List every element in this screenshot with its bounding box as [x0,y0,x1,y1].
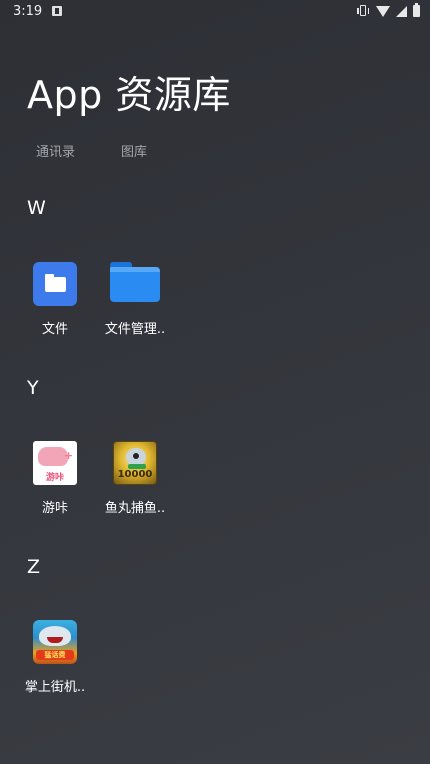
category-tabs: 通讯录 图库 [36,141,147,160]
vibrate-icon [356,4,370,18]
status-bar: 3:19 [0,0,430,24]
section-header-w: W [27,197,46,219]
tab-contacts[interactable]: 通讯录 [36,141,75,160]
notification-icon [52,6,62,16]
wifi-icon [376,5,390,17]
arcade-icon-text: 猛话费 [44,651,66,659]
app-label: 游咔 [41,501,68,516]
youka-icon-text: 游咔 [45,473,64,483]
section-header-z: Z [27,556,41,578]
status-time: 3:19 [13,4,43,19]
app-arcade[interactable]: 猛话费 掌上街机.. [13,620,97,695]
arcade-game-icon: 猛话费 [33,620,77,664]
app-label: 文件管理.. [104,322,166,337]
fish-icon-text: 10000 [117,469,153,480]
app-youka[interactable]: + 游咔 游咔 [13,441,97,516]
app-file-manager[interactable]: 文件管理.. [93,262,177,337]
app-label: 鱼丸捕鱼.. [104,501,166,516]
section-header-y: Y [27,377,39,399]
youka-icon: + 游咔 [33,441,77,485]
battery-icon [413,3,420,17]
app-files[interactable]: 文件 [13,262,97,337]
page-title: App 资源库 [27,73,231,117]
signal-icon [396,5,407,17]
status-icons [356,3,420,18]
app-label: 掌上街机.. [24,680,86,695]
files-icon [33,262,77,306]
tab-gallery[interactable]: 图库 [121,141,147,160]
app-fish-game[interactable]: 10000 鱼丸捕鱼.. [93,441,177,516]
app-label: 文件 [41,322,68,337]
fish-game-icon: 10000 [113,441,157,485]
file-manager-icon [110,262,160,302]
